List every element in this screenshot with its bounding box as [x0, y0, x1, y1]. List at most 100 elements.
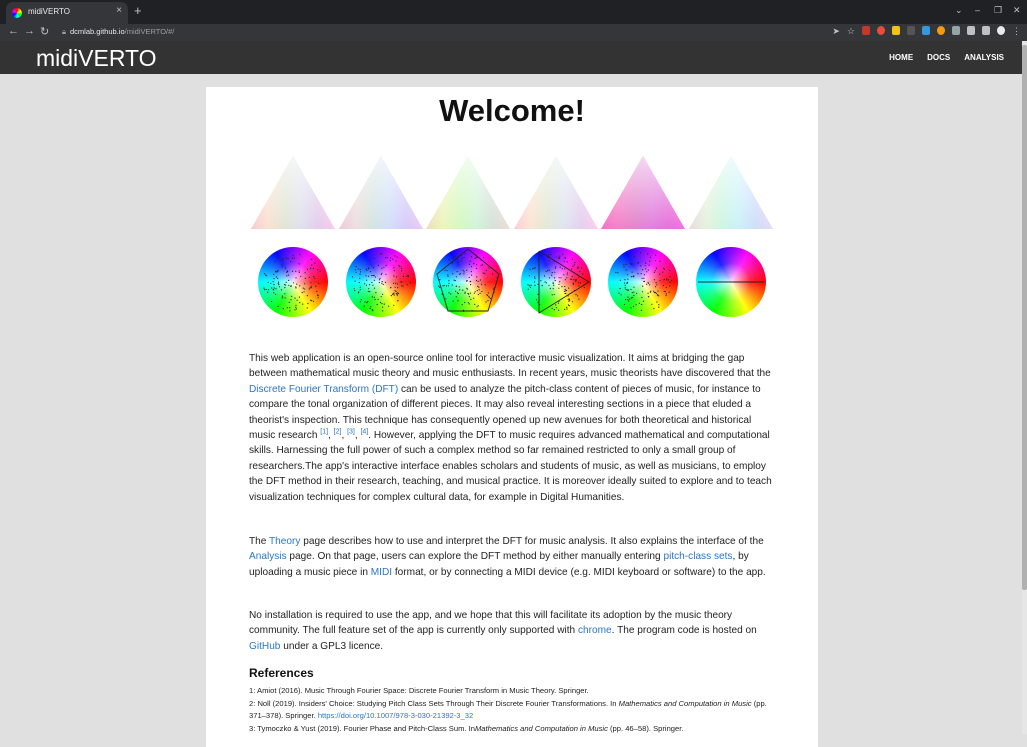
coefficient-dot — [554, 277, 556, 279]
coefficient-dot — [527, 284, 529, 286]
coefficient-dot — [295, 270, 297, 272]
doi-link[interactable]: https://doi.org/10.1007/978-3-030-21392-… — [318, 711, 473, 720]
pitch-class-sets-link[interactable]: pitch-class sets — [663, 551, 732, 562]
profile-avatar[interactable] — [997, 26, 1005, 35]
coefficient-dot — [308, 276, 310, 278]
reading-list-icon[interactable] — [967, 26, 975, 35]
coefficient-dot — [643, 274, 645, 276]
coefficient-dot — [289, 307, 291, 309]
coefficient-dot — [620, 294, 622, 296]
coefficient-dot — [309, 287, 311, 289]
coefficient-dot — [448, 280, 450, 282]
intro-paragraph: This web application is an open-source o… — [249, 353, 772, 503]
coefficient-dot — [454, 255, 456, 257]
github-link[interactable]: GitHub — [249, 641, 280, 652]
url-host: dcmlab.github.io — [70, 27, 125, 36]
midi-link[interactable]: MIDI — [371, 567, 392, 578]
cite-link-3[interactable]: [3] — [347, 429, 355, 436]
coefficient-dot — [447, 275, 449, 277]
coefficient-dot — [534, 281, 536, 283]
bookmark-star-icon[interactable]: ☆ — [847, 26, 855, 37]
chrome-link[interactable]: chrome — [578, 625, 612, 636]
coefficient-dot — [633, 286, 635, 288]
coefficient-dot — [456, 271, 458, 273]
new-tab-button[interactable]: + — [134, 3, 142, 18]
forward-button[interactable]: → — [24, 25, 35, 37]
send-icon[interactable]: ➤ — [832, 26, 840, 37]
restore-button[interactable]: ❐ — [994, 5, 1002, 16]
close-window-button[interactable]: ✕ — [1013, 5, 1021, 16]
p2-text-5: format, or by connecting a MIDI device (… — [392, 566, 766, 578]
tab-close-icon[interactable]: × — [116, 5, 122, 16]
coefficient-dot — [657, 290, 659, 292]
side-panel-icon[interactable] — [982, 26, 990, 35]
nav-home[interactable]: HOME — [889, 53, 913, 62]
coefficient-dot — [408, 275, 410, 277]
extension-icon[interactable] — [907, 26, 915, 35]
coefficient-dot — [642, 300, 645, 302]
coefficient-dot — [528, 285, 530, 287]
coefficient-dot — [568, 300, 570, 302]
coefficient-dot — [311, 264, 313, 266]
coefficient-dot — [301, 292, 303, 294]
address-field[interactable]: 🔒︎ dcmlab.github.io/midiVERTO/#/ — [62, 27, 174, 37]
coefficient-dot — [298, 263, 300, 265]
coefficient-dot — [382, 283, 384, 286]
coefficient-dot — [537, 293, 539, 295]
back-button[interactable]: ← — [8, 25, 19, 37]
coefficient-dot — [533, 267, 535, 269]
coefficient-dot — [653, 291, 655, 294]
coefficient-dot — [562, 253, 564, 255]
coefficient-dot — [574, 262, 576, 264]
coefficient-dot — [552, 288, 554, 290]
coefficient-dot — [571, 268, 573, 270]
coefficient-dot — [370, 306, 372, 308]
kebab-menu-icon[interactable]: ⋮ — [1012, 26, 1021, 37]
coefficient-dot — [663, 290, 665, 292]
dft-link[interactable]: Discrete Fourier Transform (DFT) — [249, 384, 398, 395]
brand-logo[interactable]: midiVERTO — [36, 45, 157, 72]
coefficient-dot — [281, 295, 284, 297]
extension-icon[interactable] — [877, 26, 885, 35]
coefficient-dot — [642, 285, 644, 287]
coefficient-dot — [476, 267, 478, 269]
coefficient-dot — [655, 267, 658, 269]
reload-button[interactable]: ↻ — [40, 25, 49, 38]
coefficient-dot — [292, 255, 294, 257]
minimize-button[interactable]: – — [975, 5, 980, 15]
coefficient-dot — [656, 301, 658, 303]
coefficient-dot — [554, 280, 556, 282]
extension-icon[interactable] — [862, 26, 870, 35]
coefficient-dot — [278, 284, 280, 286]
coefficient-dot — [555, 266, 557, 268]
coefficient-dot — [397, 292, 400, 295]
coefficient-dot — [382, 310, 384, 312]
analysis-link[interactable]: Analysis — [249, 551, 287, 562]
tab-search-icon[interactable]: ⌄ — [955, 5, 963, 16]
nav-docs[interactable]: DOCS — [927, 53, 950, 62]
coefficient-dot — [296, 299, 298, 301]
coefficient-dot — [568, 305, 570, 307]
coefficient-dot — [273, 273, 275, 275]
p2-text: The — [249, 536, 270, 547]
wheel-center-fade — [433, 247, 503, 317]
coefficient-dot — [290, 299, 292, 301]
coefficient-dot — [271, 300, 273, 303]
coefficient-dot — [389, 260, 391, 262]
coefficient-dot — [461, 257, 463, 259]
coefficient-dot — [662, 284, 664, 287]
cite-link-2[interactable]: [2] — [334, 429, 342, 436]
extension-icon[interactable] — [937, 26, 945, 35]
coefficient-dot — [277, 282, 279, 284]
browser-tab[interactable]: midiVERTO × — [6, 2, 128, 24]
puzzle-icon[interactable] — [952, 26, 960, 35]
coefficient-dot — [467, 302, 469, 304]
cite-link-1[interactable]: [1] — [320, 429, 328, 436]
folder-icon[interactable] — [892, 26, 900, 35]
coefficient-dot — [273, 292, 275, 294]
wavescape-fade — [426, 156, 510, 229]
theory-link[interactable]: Theory — [269, 536, 300, 547]
nav-analysis[interactable]: ANALYSIS — [964, 53, 1004, 62]
extension-icon[interactable] — [922, 26, 930, 35]
scrollbar-thumb[interactable] — [1022, 45, 1027, 590]
